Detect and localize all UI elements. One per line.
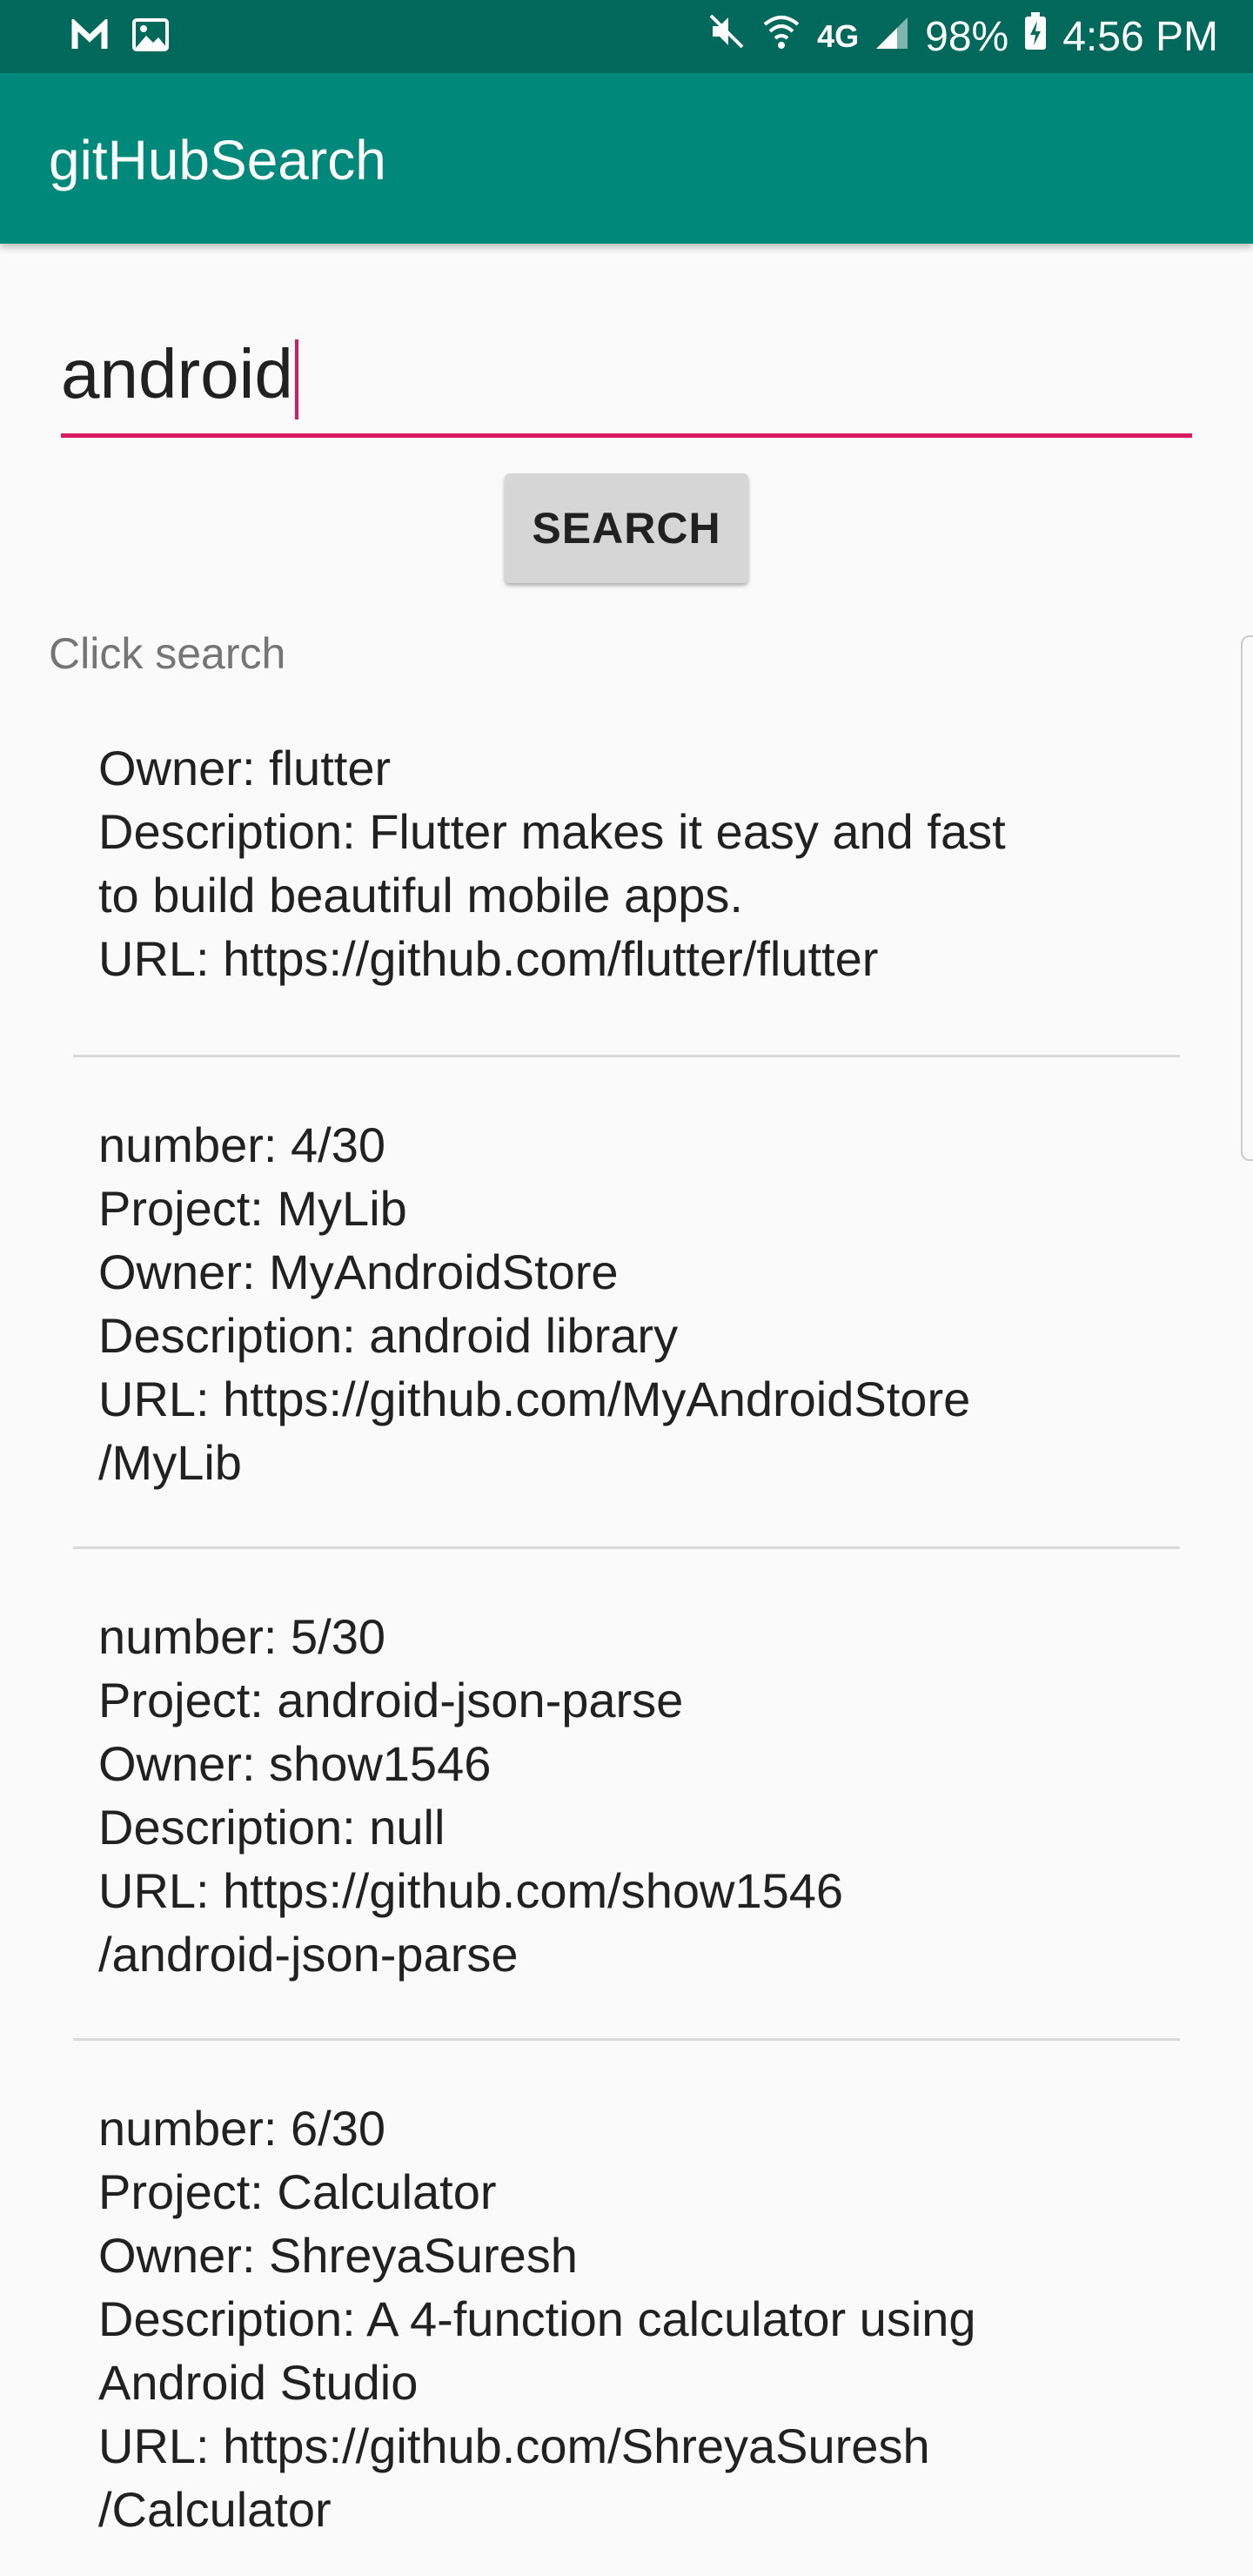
list-item-text: Owner: flutter Description: Flutter make… xyxy=(98,741,1006,986)
clock: 4:56 PM xyxy=(1062,13,1218,60)
wifi-icon xyxy=(761,12,801,61)
scrollbar-handle[interactable] xyxy=(1241,635,1253,1161)
network-type-label: 4G xyxy=(817,18,860,54)
mute-icon xyxy=(707,12,746,61)
battery-percent: 98% xyxy=(925,13,1009,60)
list-item[interactable]: number: 4/30 Project: MyLib Owner: MyAnd… xyxy=(73,1057,1180,1549)
list-item[interactable]: number: 5/30 Project: android-json-parse… xyxy=(73,1549,1180,2041)
status-bar: 4G 98% 4:56 PM xyxy=(0,0,1253,73)
list-item-text: number: 5/30 Project: android-json-parse… xyxy=(98,1609,844,1982)
battery-charging-icon xyxy=(1024,12,1047,61)
status-text: Click search xyxy=(49,629,286,678)
list-item[interactable]: Owner: flutter Description: Flutter make… xyxy=(73,707,1180,1057)
results-list[interactable]: Owner: flutter Description: Flutter make… xyxy=(0,707,1253,2576)
list-item-text: number: 4/30 Project: MyLib Owner: MyAnd… xyxy=(98,1117,971,1490)
list-item-text: number: 6/30 Project: Calculator Owner: … xyxy=(98,2101,976,2537)
signal-icon xyxy=(874,13,909,61)
search-input-text[interactable]: android xyxy=(61,331,298,419)
app-title: gitHubSearch xyxy=(49,129,386,191)
status-right-icons: 4G 98% 4:56 PM xyxy=(707,9,1218,64)
list-item[interactable]: number: 6/30 Project: Calculator Owner: … xyxy=(73,2041,1180,2576)
text-caret xyxy=(294,339,298,419)
status-left-icons xyxy=(71,14,169,59)
search-button[interactable]: SEARCH xyxy=(505,473,748,583)
app-m-icon xyxy=(71,17,108,55)
image-icon xyxy=(132,17,169,56)
search-input[interactable]: android xyxy=(61,322,1192,438)
app-bar: gitHubSearch xyxy=(0,73,1253,244)
search-value: android xyxy=(61,335,293,413)
